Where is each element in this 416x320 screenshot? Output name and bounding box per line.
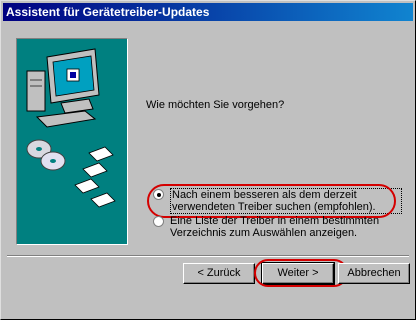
option-list-drivers-label[interactable]: Eine Liste der Treiber in einem bestimmt… xyxy=(170,215,398,239)
computer-cd-icon xyxy=(26,48,116,208)
wizard-question: Wie möchten Sie vorgehen? xyxy=(146,99,285,111)
separator xyxy=(7,255,409,257)
title-bar[interactable]: Assistent für Gerätetreiber-Updates xyxy=(3,3,413,21)
wizard-illustration xyxy=(16,38,128,245)
wizard-window: Assistent für Gerätetreiber-Updates Wie … xyxy=(0,0,416,320)
radio-list-drivers[interactable] xyxy=(153,216,164,227)
highlight-oval-next xyxy=(254,259,348,287)
back-button[interactable]: < Zurück xyxy=(183,263,255,284)
cancel-button[interactable]: Abbrechen xyxy=(338,263,410,284)
highlight-oval-option xyxy=(147,184,396,218)
window-title: Assistent für Gerätetreiber-Updates xyxy=(6,5,210,19)
